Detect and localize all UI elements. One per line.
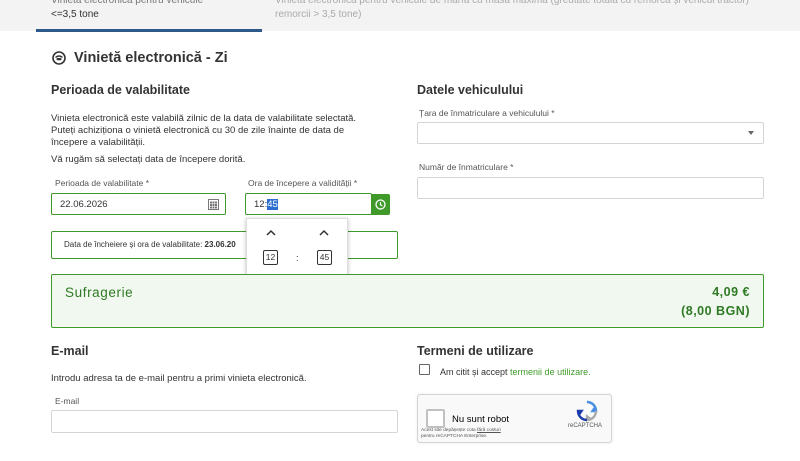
section-title: Vinietă electronică - Zi: [52, 50, 228, 66]
email-description: Introdu adresa ta de e-mail pentru a pri…: [51, 373, 307, 384]
end-date-label: Data de încheiere și ora de valabilitate…: [64, 240, 203, 249]
plate-label: Număr de înmatriculare *: [419, 162, 514, 172]
terms-heading: Termeni de utilizare: [417, 344, 534, 358]
start-time-label: Ora de începere a validității *: [248, 178, 358, 188]
tab-light-vehicles-line1: Vinietă electronică pentru vehicule: [51, 0, 204, 6]
tab-heavy-vehicles-line1: Vinietă electronică pentru vehicule de m…: [275, 0, 749, 6]
validity-heading: Perioada de valabilitate: [51, 83, 190, 97]
recaptcha-label: Nu sunt robot: [452, 414, 510, 425]
clock-icon: [375, 199, 386, 210]
recaptcha-brand: reCAPTCHA: [568, 423, 603, 429]
minute-up-icon[interactable]: [317, 228, 331, 238]
vehicle-heading: Datele vehiculului: [417, 83, 524, 97]
chevron-down-icon: [748, 131, 754, 135]
section-title-text: Vinietă electronică - Zi: [74, 50, 228, 66]
recaptcha-logo-icon: [576, 400, 598, 422]
end-date-value: 23.06.20: [204, 240, 236, 249]
tab-light-vehicles[interactable]: Vinietă electronică pentru vehicule <=3,…: [51, 0, 251, 22]
date-input[interactable]: 22.06.2026: [51, 193, 226, 215]
price-summary: Sufragerie 4,09 € (8,00 BGN): [51, 274, 764, 328]
recaptcha-notice: Acest site depășește cota fără costuri p…: [421, 428, 566, 440]
validity-description: Vinieta electronică este valabilă zilnic…: [51, 113, 357, 148]
plate-input[interactable]: [417, 177, 764, 199]
date-value: 22.06.2026: [60, 199, 108, 210]
country-label: Țara de înmatriculare a vehiculului *: [419, 108, 555, 118]
terms-link[interactable]: termenii de utilizare.: [510, 367, 591, 377]
hour-up-icon[interactable]: [264, 228, 278, 238]
hour-box[interactable]: 12: [263, 250, 278, 265]
email-heading: E-mail: [51, 344, 89, 358]
country-select[interactable]: [417, 122, 764, 144]
recaptcha-notice-link[interactable]: fără costuri: [477, 428, 501, 433]
email-label: E-mail: [55, 396, 80, 406]
recaptcha-notice-2: pentru reCAPTCHA Enterprise.: [421, 434, 488, 439]
validity-instruction: Vă rugăm să selectați data de începere d…: [51, 154, 246, 165]
price-eur: 4,09 €: [712, 285, 750, 299]
recaptcha-checkbox[interactable]: [426, 409, 445, 428]
end-date-text: Data de încheiere și ora de valabilitate…: [64, 240, 236, 249]
start-time-input[interactable]: 12:45: [245, 193, 372, 215]
active-tab-underline: [36, 29, 262, 32]
tab-heavy-vehicles-line2: remorcii > 3,5 tone): [275, 9, 362, 20]
terms-checkbox[interactable]: [419, 364, 430, 375]
vignette-icon: [52, 51, 66, 65]
email-field[interactable]: [51, 410, 398, 433]
date-label: Perioada de valabilitate *: [55, 178, 150, 188]
tab-light-vehicles-line2: <=3,5 tone: [51, 9, 99, 20]
start-time-value: 12:45: [254, 199, 278, 210]
start-time-minute-selected: 45: [267, 199, 278, 210]
time-separator: :: [296, 253, 299, 263]
tab-heavy-vehicles[interactable]: Vinietă electronică pentru vehicule de m…: [275, 0, 775, 22]
calendar-icon[interactable]: [208, 199, 219, 210]
price-bgn: (8,00 BGN): [681, 304, 750, 318]
recaptcha-widget: Nu sunt robot reCAPTCHA Acest site depăș…: [417, 394, 612, 443]
clock-button[interactable]: [371, 194, 390, 215]
vignette-type-tabs: Vinietă electronică pentru vehicule <=3,…: [0, 0, 800, 32]
minute-box[interactable]: 45: [317, 250, 332, 265]
recaptcha-notice-1: Acest site depășește cota: [421, 428, 476, 433]
summary-name: Sufragerie: [65, 285, 134, 300]
terms-text-label: Am citit și accept: [440, 367, 508, 377]
start-time-hour: 12: [254, 199, 265, 210]
terms-text: Am citit și accept termenii de utilizare…: [440, 367, 591, 377]
